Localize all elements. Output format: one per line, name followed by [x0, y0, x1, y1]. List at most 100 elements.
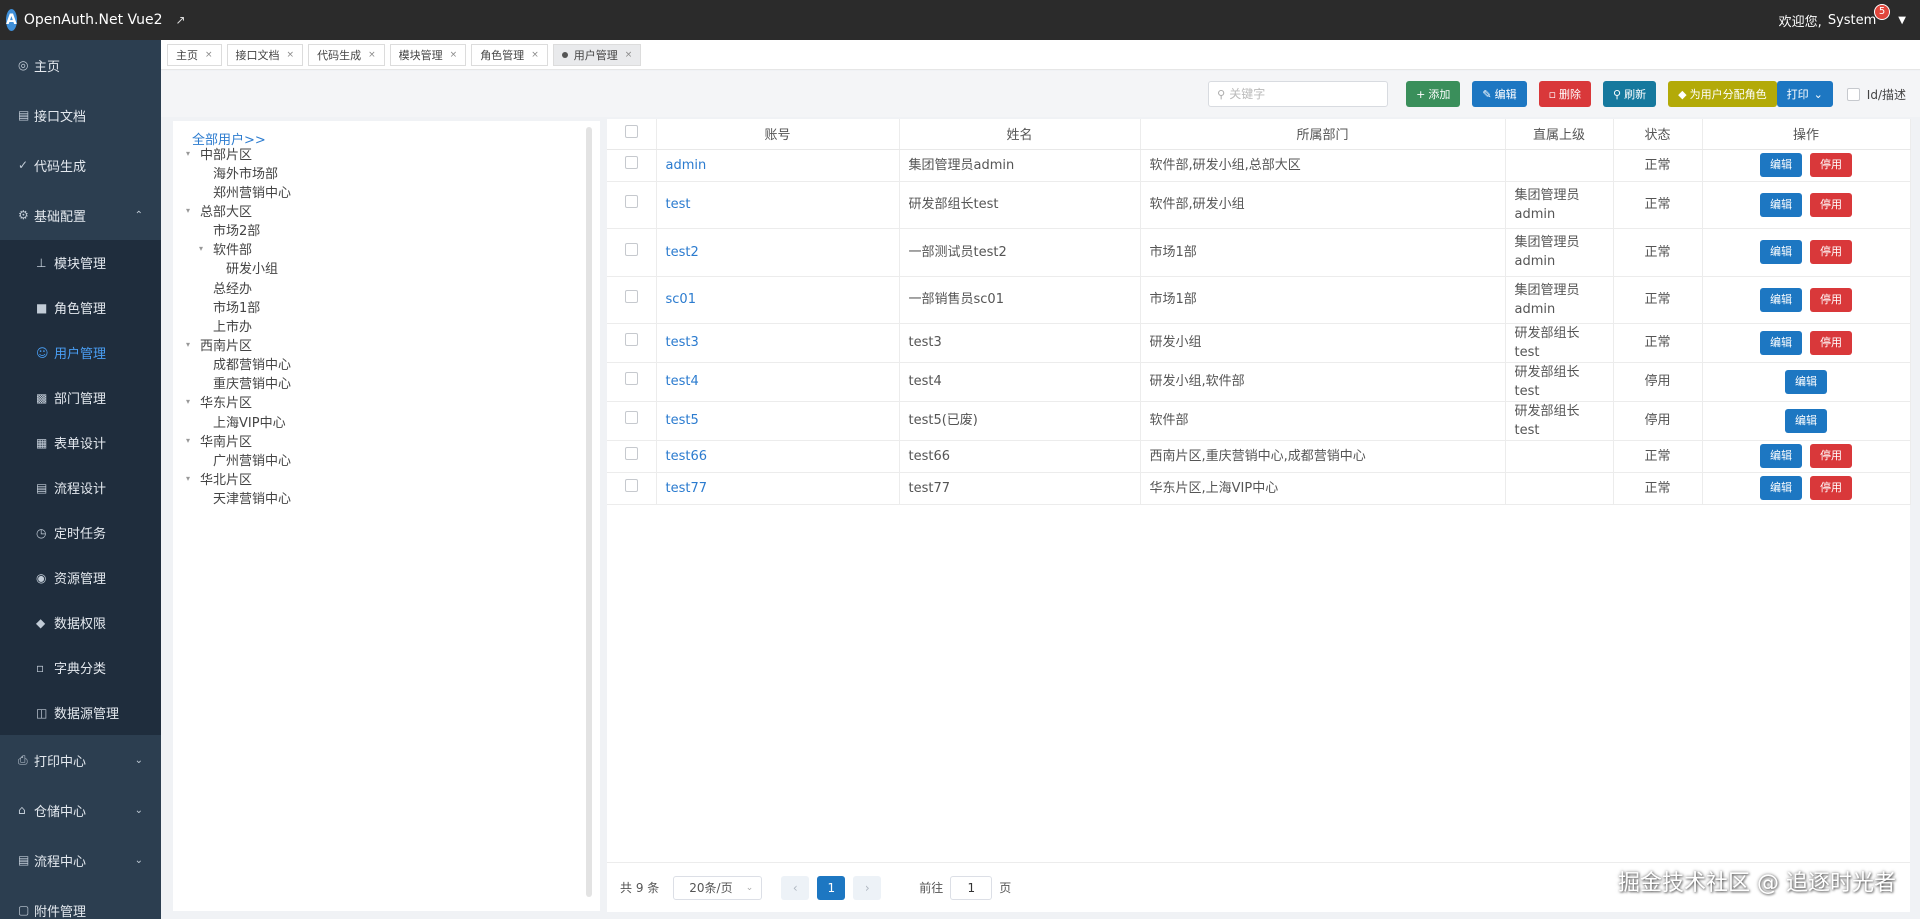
row-edit-button[interactable]: 编辑 — [1785, 408, 1827, 433]
table-row[interactable]: test2 一部测试员test2 市场1部 集团管理员admin 正常 编辑 停用 — [607, 228, 1911, 277]
cell-account[interactable]: test3 — [656, 323, 900, 363]
row-edit-button[interactable]: 编辑 — [1785, 369, 1827, 394]
tree-node[interactable]: 重庆营销中心 — [199, 372, 291, 392]
row-edit-button[interactable]: 编辑 — [1760, 153, 1802, 177]
sidebar-item-basic-config[interactable]: ⚙ 基础配置 ⌃ — [0, 190, 161, 240]
tree-node[interactable]: ▾ 中部片区 — [186, 143, 252, 163]
next-page-button[interactable]: › — [853, 875, 882, 900]
assign-role-button[interactable]: ◆ 为用户分配角色 — [1668, 81, 1777, 107]
tree-node[interactable]: 成都营销中心 — [199, 353, 291, 373]
table-row[interactable]: test3 test3 研发小组 研发部组长test 正常 编辑 停用 — [607, 323, 1911, 363]
sidebar-item-warehouse[interactable]: ⌂ 仓储中心 ⌄ — [0, 785, 161, 835]
cell-account[interactable]: test77 — [656, 472, 900, 505]
sidebar-item-print-center[interactable]: ⎙ 打印中心 ⌄ — [0, 735, 161, 785]
row-disable-button[interactable]: 停用 — [1810, 476, 1852, 500]
row-checkbox[interactable] — [624, 333, 638, 346]
column-header-status[interactable]: 状态 — [1613, 119, 1703, 150]
search-input[interactable] — [1229, 87, 1370, 101]
tree-node[interactable]: ▾ 华北片区 — [186, 468, 252, 488]
row-edit-button[interactable]: 编辑 — [1760, 240, 1802, 264]
row-checkbox[interactable] — [624, 446, 638, 460]
table-row[interactable]: test4 test4 研发小组,软件部 研发部组长test 停用 编辑 — [607, 362, 1911, 402]
row-disable-button[interactable]: 停用 — [1810, 287, 1852, 312]
table-row[interactable]: test 研发部组长test 软件部,研发小组 集团管理员admin 正常 编辑 停用 — [607, 181, 1911, 229]
cell-account[interactable]: test — [656, 181, 900, 229]
user-menu[interactable]: 欢迎您, System 5 ▼ — [1779, 0, 1906, 40]
id-desc-checkbox[interactable] — [1846, 87, 1860, 101]
row-checkbox[interactable] — [624, 155, 638, 169]
add-button[interactable]: + 添加 — [1406, 81, 1461, 107]
table-row[interactable]: test66 test66 西南片区,重庆营销中心,成都营销中心 正常 编辑 停用 — [607, 440, 1911, 473]
tree-node[interactable]: 上海VIP中心 — [199, 411, 286, 431]
table-row[interactable]: test5 test5(已废) 软件部 研发部组长test 停用 编辑 — [607, 401, 1911, 441]
sidebar-item-resource[interactable]: ◉ 资源管理 — [0, 555, 161, 600]
caret-down-icon[interactable]: ▾ — [186, 206, 200, 215]
row-edit-button[interactable]: 编辑 — [1760, 444, 1802, 468]
tree-node[interactable]: ▾ 西南片区 — [186, 334, 252, 354]
table-row[interactable]: admin 集团管理员admin 软件部,研发小组,总部大区 正常 编辑 停用 — [607, 149, 1911, 182]
cell-account[interactable]: admin — [656, 149, 900, 182]
caret-down-icon[interactable]: ▾ — [186, 436, 200, 445]
caret-down-icon[interactable]: ▾ — [186, 340, 200, 349]
tree-node[interactable]: 郑州营销中心 — [199, 181, 291, 201]
tree-node[interactable]: 广州营销中心 — [199, 449, 291, 469]
tree-node[interactable]: 市场2部 — [199, 219, 260, 239]
notification-badge[interactable]: 5 — [1873, 3, 1891, 20]
search-box[interactable]: ⚲ — [1208, 81, 1389, 107]
sidebar-item-attachment[interactable]: ▢ 附件管理 — [0, 885, 161, 919]
row-disable-button[interactable]: 停用 — [1810, 444, 1852, 468]
cell-account[interactable]: sc01 — [656, 276, 900, 324]
caret-down-icon[interactable]: ▾ — [199, 244, 213, 253]
tree-node[interactable]: 上市办 — [199, 315, 252, 335]
goto-page-input[interactable] — [950, 875, 993, 900]
close-icon[interactable]: × — [287, 50, 295, 60]
sidebar-item-flow-design[interactable]: ▤ 流程设计 — [0, 465, 161, 510]
tab-module[interactable]: 模块管理 × — [389, 43, 467, 66]
row-disable-button[interactable]: 停用 — [1810, 153, 1852, 177]
tree-node[interactable]: ▾ 软件部 — [199, 238, 252, 258]
cell-account[interactable]: test4 — [656, 362, 900, 402]
tree-node[interactable]: ▾ 华东片区 — [186, 391, 252, 411]
sidebar-item-datasource[interactable]: ◫ 数据源管理 — [0, 690, 161, 735]
row-checkbox[interactable] — [624, 411, 638, 424]
cell-account[interactable]: test66 — [656, 440, 900, 473]
sidebar-item-scheduled-task[interactable]: ◷ 定时任务 — [0, 510, 161, 555]
tree-node[interactable]: 研发小组 — [212, 257, 278, 277]
tab-user[interactable]: 用户管理 × — [552, 43, 642, 66]
sidebar-item-module[interactable]: ⊥ 模块管理 — [0, 240, 161, 285]
close-icon[interactable]: × — [625, 50, 633, 60]
delete-button[interactable]: ▫ 删除 — [1538, 81, 1592, 107]
tree-node[interactable]: 总经办 — [199, 277, 252, 297]
tree-node[interactable]: ▾ 华南片区 — [186, 430, 252, 450]
edit-button[interactable]: ✎ 编辑 — [1472, 81, 1527, 107]
close-icon[interactable]: × — [531, 50, 539, 60]
page-size-select[interactable]: 20条/页 ⌄ — [673, 875, 763, 900]
sidebar-item-codegen[interactable]: ✓ 代码生成 — [0, 140, 161, 190]
tree-node[interactable]: ▾ 总部大区 — [186, 200, 252, 220]
tree-scrollbar[interactable] — [586, 127, 592, 897]
user-name[interactable]: System 5 — [1828, 3, 1891, 28]
row-edit-button[interactable]: 编辑 — [1760, 476, 1802, 500]
sidebar-item-home[interactable]: ◎ 主页 — [0, 40, 161, 90]
page-number-current[interactable]: 1 — [817, 875, 846, 900]
tree-node[interactable]: 天津营销中心 — [199, 487, 291, 507]
column-header-account[interactable]: 账号 — [656, 119, 900, 150]
row-edit-button[interactable]: 编辑 — [1760, 192, 1802, 217]
sidebar-item-form-design[interactable]: ▦ 表单设计 — [0, 420, 161, 465]
close-icon[interactable]: × — [205, 50, 213, 60]
sidebar-item-api-docs[interactable]: ▤ 接口文档 — [0, 90, 161, 140]
table-row[interactable]: test77 test77 华东片区,上海VIP中心 正常 编辑 停用 — [607, 472, 1911, 505]
sidebar-item-data-permission[interactable]: ◆ 数据权限 — [0, 600, 161, 645]
tab-codegen[interactable]: 代码生成 × — [308, 43, 385, 66]
pin-icon[interactable]: ↗ — [176, 13, 186, 27]
tab-role[interactable]: 角色管理 × — [471, 43, 548, 66]
column-header-superior[interactable]: 直属上级 — [1505, 119, 1614, 150]
tree-node[interactable]: 市场1部 — [199, 296, 260, 316]
prev-page-button[interactable]: ‹ — [781, 875, 810, 900]
row-disable-button[interactable]: 停用 — [1810, 192, 1852, 217]
close-icon[interactable]: × — [450, 50, 458, 60]
row-checkbox[interactable] — [624, 195, 638, 208]
row-disable-button[interactable]: 停用 — [1810, 330, 1852, 355]
column-header-department[interactable]: 所属部门 — [1140, 119, 1506, 150]
tab-api-docs[interactable]: 接口文档 × — [226, 43, 304, 66]
